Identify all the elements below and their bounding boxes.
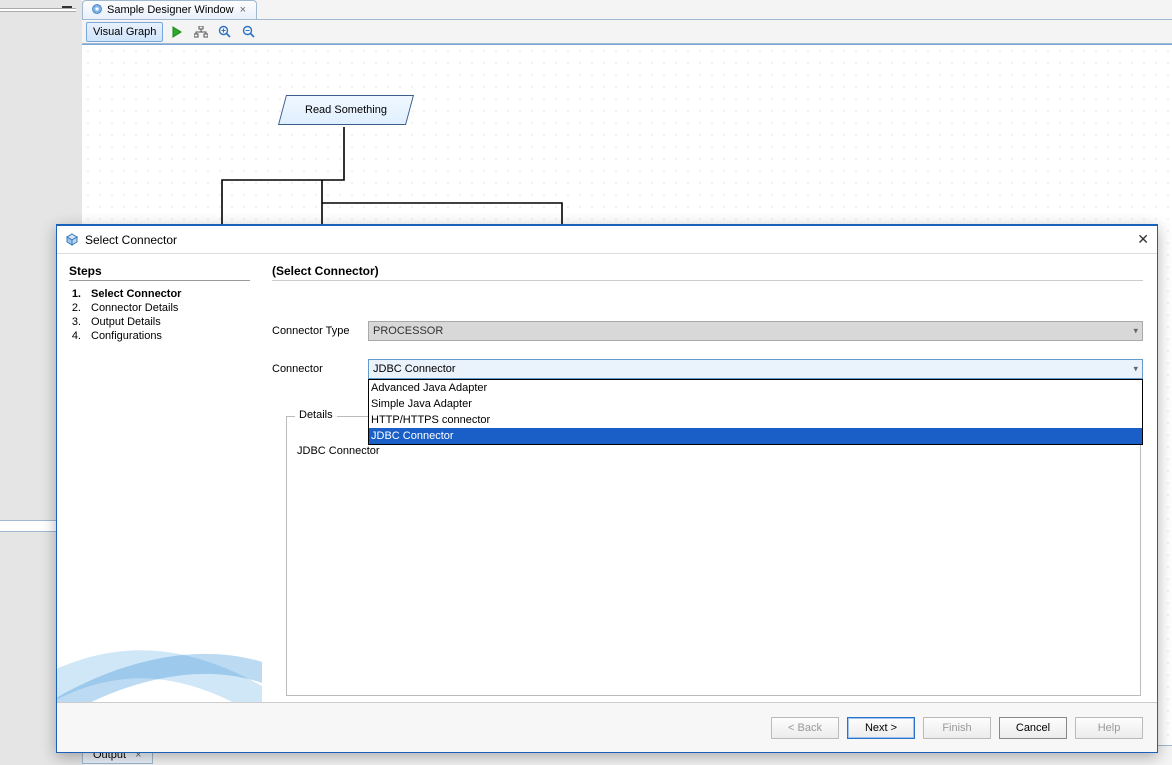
wizard-banner-art [57,582,262,702]
connector-select[interactable]: JDBC Connector ▾ [368,359,1143,379]
step-configurations: 4. Configurations [69,329,250,343]
steps-panel: Steps 1. Select Connector 2. Connector D… [57,254,262,702]
select-connector-dialog: Select Connector ✕ Steps 1. Select Conne… [56,224,1158,753]
dropdown-arrow-icon: ▾ [1133,364,1138,375]
tree-icon [194,26,208,38]
connector-option[interactable]: HTTP/HTTPS connector [369,412,1142,428]
cancel-button[interactable]: Cancel [999,717,1067,739]
zoom-out-icon [242,25,256,39]
toolbar: Visual Graph [82,20,1172,44]
graph-node[interactable]: Read Something [278,95,414,125]
details-legend: Details [295,409,337,421]
steps-heading: Steps [69,264,250,281]
gear-icon [91,3,103,18]
next-button[interactable]: Next > [847,717,915,739]
step-select-connector: 1. Select Connector [69,287,250,301]
editor-tab-title: Sample Designer Window [107,4,234,16]
tab-close-button[interactable]: × [238,4,248,16]
cube-icon [65,233,79,247]
zoom-out-button[interactable] [239,22,259,42]
zoom-in-button[interactable] [215,22,235,42]
details-text: JDBC Connector [297,445,380,457]
content-heading: (Select Connector) [272,264,1143,281]
editor-tab-strip: Sample Designer Window × [82,0,1172,20]
run-button[interactable] [167,22,187,42]
connector-label: Connector [272,363,368,375]
dialog-footer: < Back Next > Finish Cancel Help [57,702,1157,752]
dialog-titlebar[interactable]: Select Connector ✕ [57,226,1157,254]
play-icon [171,26,183,38]
visual-graph-label: Visual Graph [93,26,156,38]
connector-dropdown: Advanced Java Adapter Simple Java Adapte… [368,379,1143,445]
help-button: Help [1075,717,1143,739]
layout-button[interactable] [191,22,211,42]
connector-option[interactable]: Advanced Java Adapter [369,380,1142,396]
steps-list: 1. Select Connector 2. Connector Details… [69,287,250,343]
finish-button: Finish [923,717,991,739]
connector-option-selected[interactable]: JDBC Connector [369,428,1142,444]
connector-type-label: Connector Type [272,325,368,337]
visual-graph-button[interactable]: Visual Graph [86,22,163,42]
step-output-details: 3. Output Details [69,315,250,329]
step-connector-details: 2. Connector Details [69,301,250,315]
connector-value: JDBC Connector [373,363,456,375]
details-group: Details JDBC Connector [286,416,1141,696]
zoom-in-icon [218,25,232,39]
dialog-title-text: Select Connector [85,233,177,247]
back-button: < Back [771,717,839,739]
content-panel: (Select Connector) Connector Type PROCES… [262,254,1157,702]
dropdown-arrow-icon: ▾ [1133,326,1138,337]
editor-tab[interactable]: Sample Designer Window × [82,0,257,19]
connector-type-value: PROCESSOR [373,325,443,337]
dialog-close-button[interactable]: ✕ [1137,231,1149,248]
connector-type-select[interactable]: PROCESSOR ▾ [368,321,1143,341]
connector-option[interactable]: Simple Java Adapter [369,396,1142,412]
ghost-panel-border [0,8,76,12]
graph-node-label: Read Something [305,96,387,124]
minimize-icon[interactable] [62,6,72,8]
